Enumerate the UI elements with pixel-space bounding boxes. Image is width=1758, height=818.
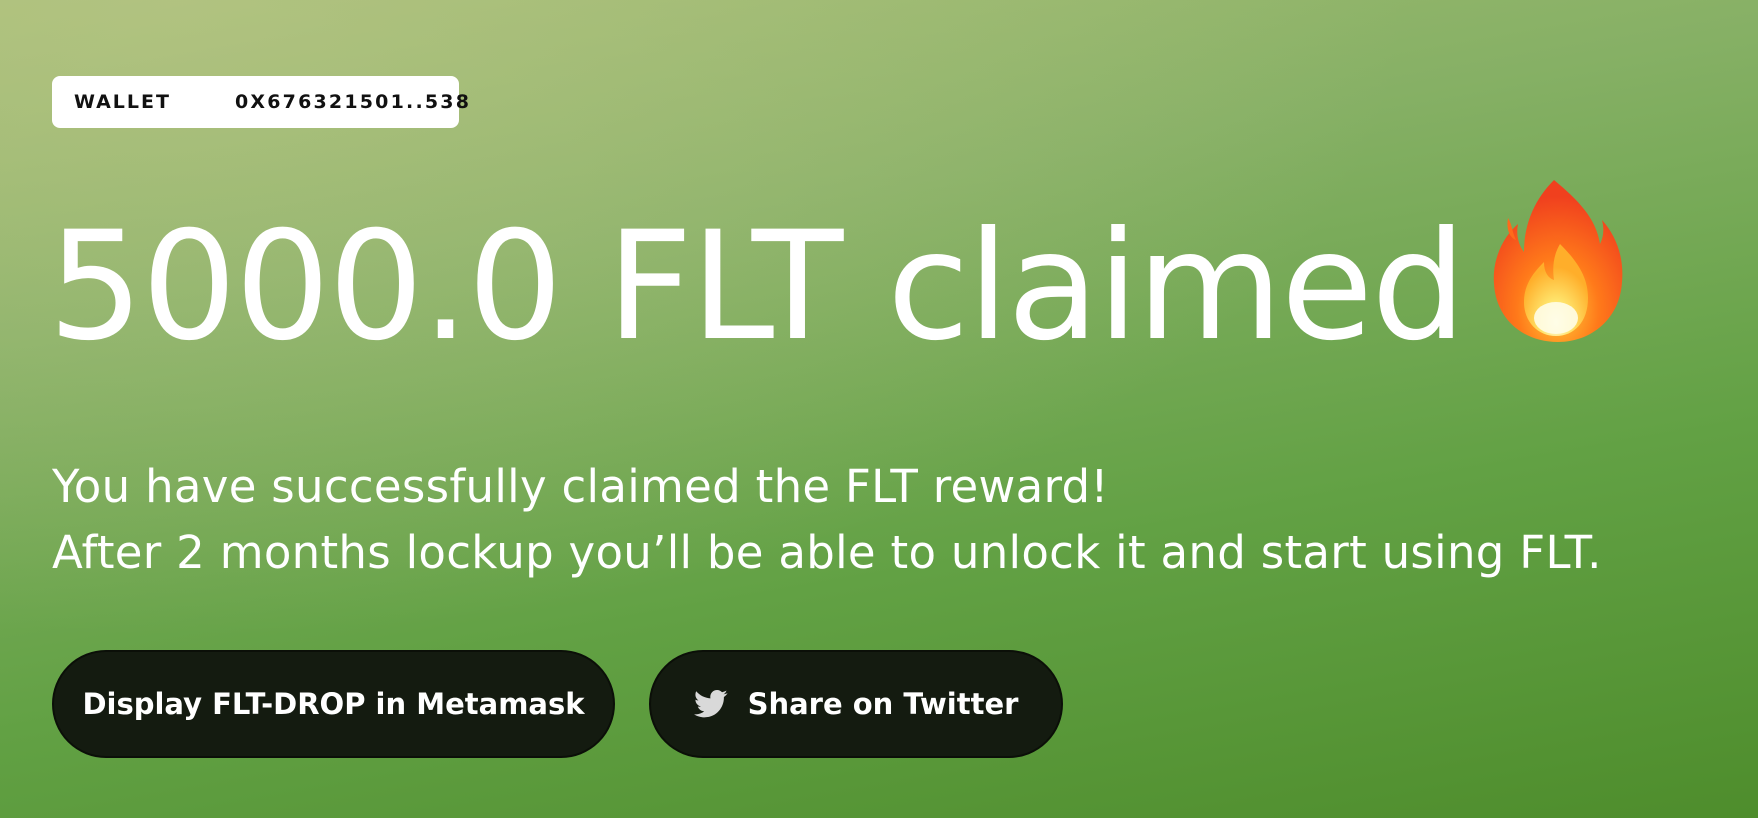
- share-on-twitter-label: Share on Twitter: [747, 687, 1019, 721]
- claim-message-line-1: You have successfully claimed the FLT re…: [52, 460, 1109, 513]
- share-on-twitter-button[interactable]: Share on Twitter: [649, 650, 1063, 758]
- claimed-amount-heading: 5000.0 FLT claimed: [48, 178, 1624, 377]
- wallet-label: WALLET: [74, 91, 171, 113]
- claimed-amount-text: 5000.0 FLT claimed: [48, 200, 1466, 374]
- claim-success-page: WALLET 0X676321501..538 5000.0 FLT claim…: [48, 0, 1732, 818]
- wallet-address: 0X676321501..538: [234, 91, 472, 113]
- wallet-badge: WALLET 0X676321501..538: [52, 76, 469, 128]
- claim-message: You have successfully claimed the FLT re…: [52, 454, 1602, 586]
- action-buttons: Display FLT-DROP in Metamask Share on Tw…: [52, 650, 1063, 758]
- twitter-bird-icon: [693, 689, 727, 718]
- display-in-metamask-button[interactable]: Display FLT-DROP in Metamask: [52, 650, 615, 758]
- display-in-metamask-label: Display FLT-DROP in Metamask: [82, 687, 585, 721]
- claim-message-line-2: After 2 months lockup you’ll be able to …: [52, 526, 1602, 579]
- fire-icon: [1494, 180, 1623, 342]
